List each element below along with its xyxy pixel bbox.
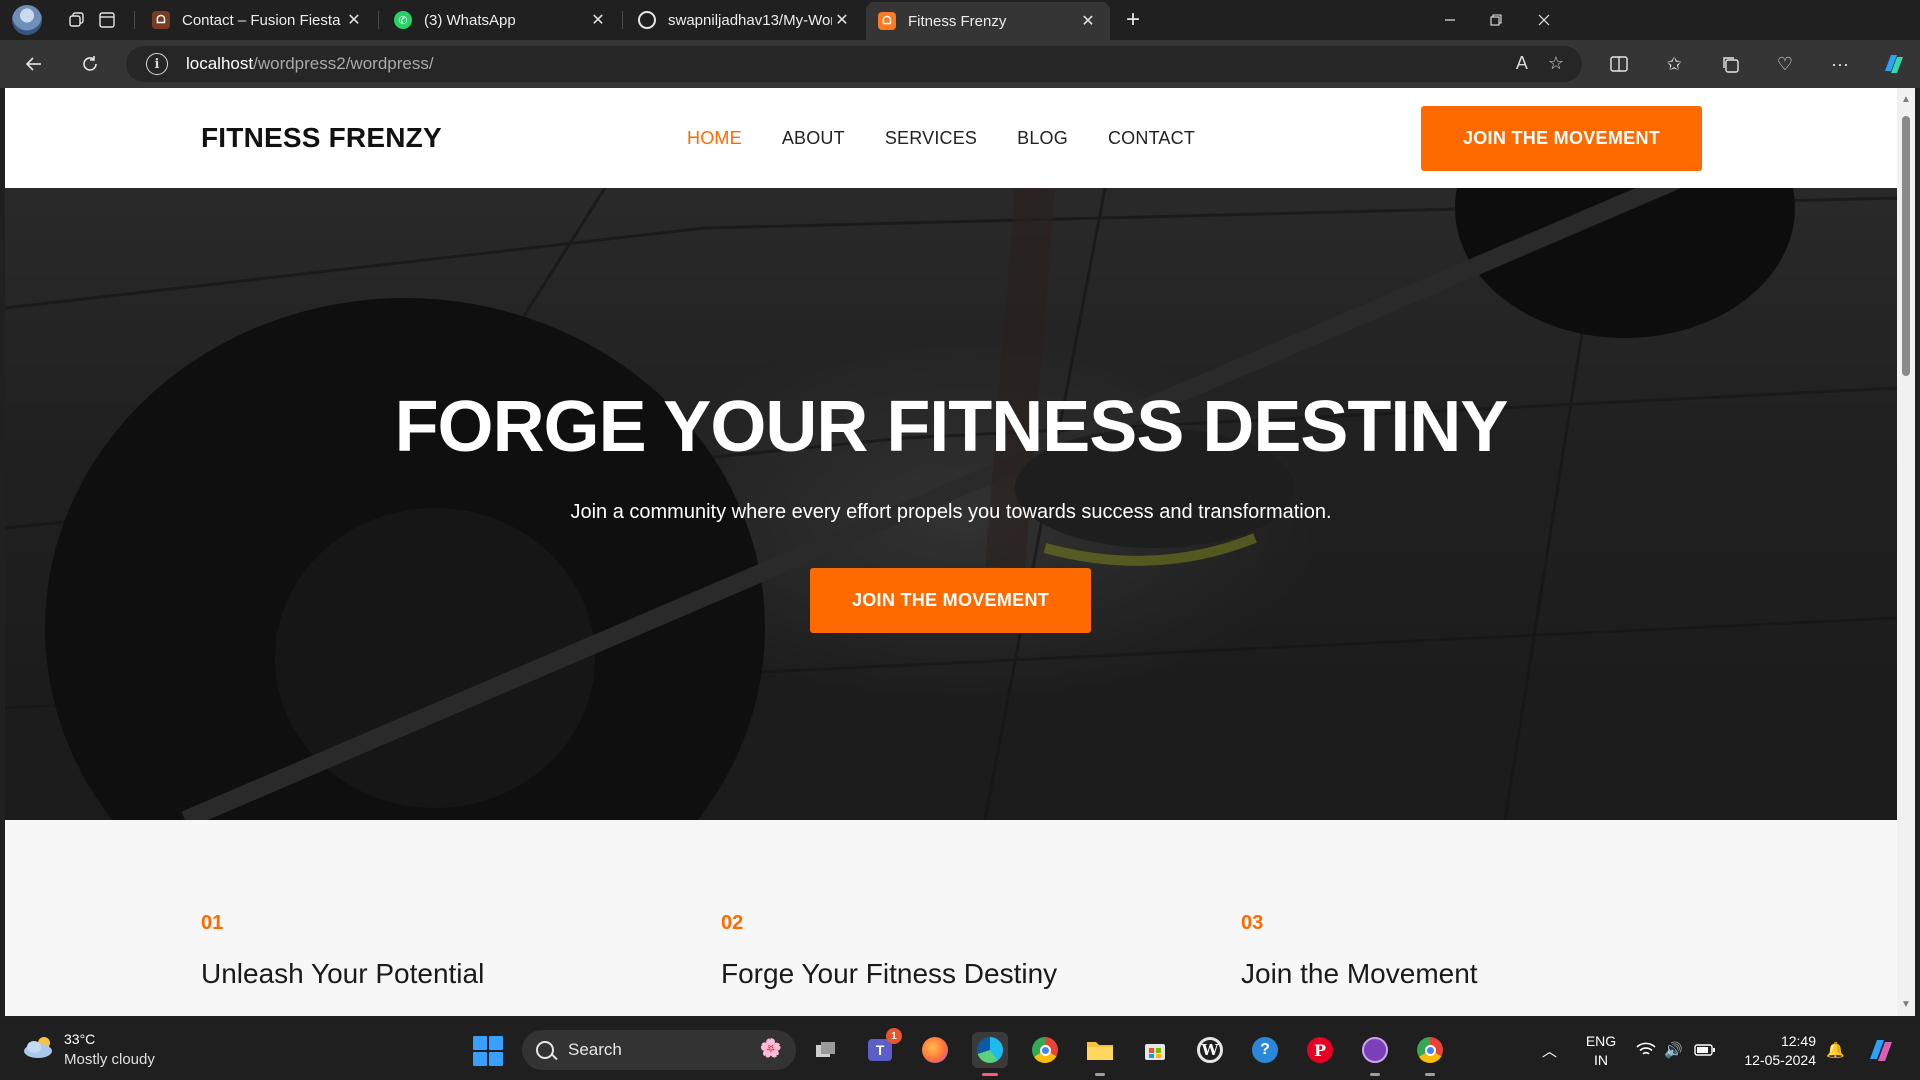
- read-aloud-icon[interactable]: A: [1516, 53, 1528, 74]
- wordpress-icon[interactable]: W: [1192, 1032, 1228, 1068]
- start-button[interactable]: [473, 1036, 503, 1066]
- hero-subtitle: Join a community where every effort prop…: [570, 501, 1332, 523]
- chrome-icon[interactable]: [1027, 1032, 1063, 1068]
- header-join-button[interactable]: JOIN THE MOVEMENT: [1421, 106, 1702, 171]
- refresh-icon[interactable]: [74, 49, 106, 79]
- taskbar-search[interactable]: Search 🌸: [522, 1030, 796, 1070]
- firefox-icon[interactable]: [917, 1032, 953, 1068]
- scrollbar-thumb[interactable]: [1902, 116, 1910, 376]
- volume-icon[interactable]: 🔊: [1664, 1020, 1683, 1080]
- feature-title: Unleash Your Potential: [201, 958, 485, 989]
- github-icon: [638, 11, 656, 29]
- teams-icon[interactable]: T 1: [862, 1028, 902, 1068]
- microsoft-store-icon[interactable]: [1137, 1032, 1173, 1068]
- close-window-icon[interactable]: [1516, 0, 1572, 40]
- feature-number: 02: [721, 912, 744, 934]
- system-clock[interactable]: 12:49 12-05-2024: [1736, 1032, 1816, 1070]
- back-icon[interactable]: [18, 49, 50, 79]
- tab-title: (3) WhatsApp: [424, 11, 516, 29]
- tab-whatsapp[interactable]: ✆ (3) WhatsApp ✕: [382, 4, 620, 36]
- page-scrollbar[interactable]: ▲ ▼: [1897, 88, 1915, 1016]
- favorites-icon[interactable]: ✩: [1658, 49, 1690, 79]
- feature-number: 03: [1241, 912, 1264, 934]
- page-viewport: FITNESS FRENZY HOME ABOUT SERVICES BLOG …: [5, 88, 1897, 1016]
- split-screen-icon[interactable]: [1603, 49, 1635, 79]
- task-view-icon[interactable]: [808, 1032, 844, 1068]
- wifi-icon[interactable]: [1636, 1020, 1656, 1080]
- search-icon: [536, 1041, 554, 1059]
- copilot-taskbar-icon[interactable]: [1866, 1020, 1896, 1080]
- new-tab-button[interactable]: +: [1118, 6, 1148, 34]
- nav-contact[interactable]: CONTACT: [1108, 128, 1195, 149]
- more-options-icon[interactable]: ···: [1824, 49, 1856, 79]
- site-header: FITNESS FRENZY HOME ABOUT SERVICES BLOG …: [5, 88, 1897, 188]
- tab-title: Contact – Fusion Fiesta: [182, 11, 341, 29]
- main-nav: HOME ABOUT SERVICES BLOG CONTACT: [687, 128, 1195, 149]
- tab-actions-icon[interactable]: [92, 6, 122, 34]
- feature-title: Join the Movement: [1241, 958, 1478, 989]
- features-section: 01 Unleash Your Potential 02 Forge Your …: [5, 820, 1897, 1016]
- close-tab-icon[interactable]: ✕: [344, 10, 364, 30]
- address-bar[interactable]: i localhost/wordpress2/wordpress/ A ☆: [126, 46, 1582, 82]
- hero-join-button[interactable]: JOIN THE MOVEMENT: [810, 568, 1091, 633]
- hero-section: FORGE YOUR FITNESS DESTINY Join a commun…: [5, 188, 1897, 820]
- chrome-profile-icon[interactable]: [1412, 1032, 1448, 1076]
- file-explorer-icon[interactable]: [1082, 1032, 1118, 1076]
- workspaces-icon[interactable]: [62, 6, 92, 34]
- nav-services[interactable]: SERVICES: [885, 128, 977, 149]
- tab-title: swapniljadhav13/My-Wordpress: [668, 11, 832, 29]
- nav-home[interactable]: HOME: [687, 128, 742, 149]
- tab-github[interactable]: swapniljadhav13/My-Wordpress ✕: [626, 4, 864, 36]
- feature-number: 01: [201, 912, 224, 934]
- close-tab-icon[interactable]: ✕: [588, 10, 608, 30]
- tab-fitness-frenzy[interactable]: ᗝ Fitness Frenzy ✕: [866, 2, 1110, 40]
- edge-icon[interactable]: [972, 1032, 1008, 1076]
- browser-tab-bar: ᗝ Contact – Fusion Fiesta ✕ ✆ (3) WhatsA…: [0, 0, 1920, 40]
- hero-title: FORGE YOUR FITNESS DESTINY: [394, 387, 1509, 467]
- scroll-up-icon[interactable]: ▲: [1901, 94, 1911, 105]
- search-placeholder: Search: [568, 1040, 622, 1059]
- xampp-favicon-icon: ᗝ: [878, 12, 896, 30]
- pinterest-icon[interactable]: P: [1302, 1032, 1338, 1068]
- collections-icon[interactable]: [1714, 49, 1746, 79]
- show-hidden-icons[interactable]: ︿: [1542, 1020, 1557, 1080]
- scroll-down-icon[interactable]: ▼: [1901, 999, 1911, 1010]
- search-highlight-icon: 🌸: [759, 1038, 782, 1058]
- battery-icon[interactable]: [1694, 1020, 1716, 1080]
- tab-contact-fusion-fiesta[interactable]: ᗝ Contact – Fusion Fiesta ✕: [140, 4, 376, 36]
- close-tab-icon[interactable]: ✕: [1078, 11, 1098, 31]
- feature-title: Forge Your Fitness Destiny: [721, 958, 1058, 989]
- windows-taskbar: 33°C Mostly cloudy Search 🌸 T 1 W ? P ︿ …: [0, 1020, 1920, 1080]
- url-text[interactable]: localhost/wordpress2/wordpress/: [186, 54, 434, 74]
- weather-description[interactable]: Mostly cloudy: [64, 1051, 155, 1068]
- profile-avatar[interactable]: [12, 5, 42, 35]
- close-tab-icon[interactable]: ✕: [832, 10, 852, 30]
- site-logo[interactable]: FITNESS FRENZY: [201, 122, 442, 154]
- language-indicator[interactable]: ENG IN: [1584, 1032, 1618, 1070]
- whatsapp-icon: ✆: [394, 11, 412, 29]
- browser-toolbar: i localhost/wordpress2/wordpress/ A ☆ ✩ …: [0, 40, 1920, 88]
- nav-blog[interactable]: BLOG: [1017, 128, 1068, 149]
- weather-temperature[interactable]: 33°C: [64, 1031, 95, 1047]
- weather-cloud-icon[interactable]: [22, 1034, 56, 1060]
- xampp-favicon-icon: ᗝ: [152, 11, 170, 29]
- browser-essentials-icon[interactable]: ♡: [1769, 49, 1801, 79]
- favorite-star-icon[interactable]: ☆: [1548, 53, 1564, 74]
- help-tips-icon[interactable]: ?: [1247, 1032, 1283, 1068]
- tab-title: Fitness Frenzy: [908, 12, 1007, 30]
- notification-bell-icon[interactable]: 🔔: [1826, 1020, 1845, 1080]
- nav-about[interactable]: ABOUT: [782, 128, 845, 149]
- github-desktop-icon[interactable]: [1357, 1032, 1393, 1076]
- copilot-icon[interactable]: [1878, 49, 1910, 79]
- site-info-icon[interactable]: i: [146, 53, 168, 75]
